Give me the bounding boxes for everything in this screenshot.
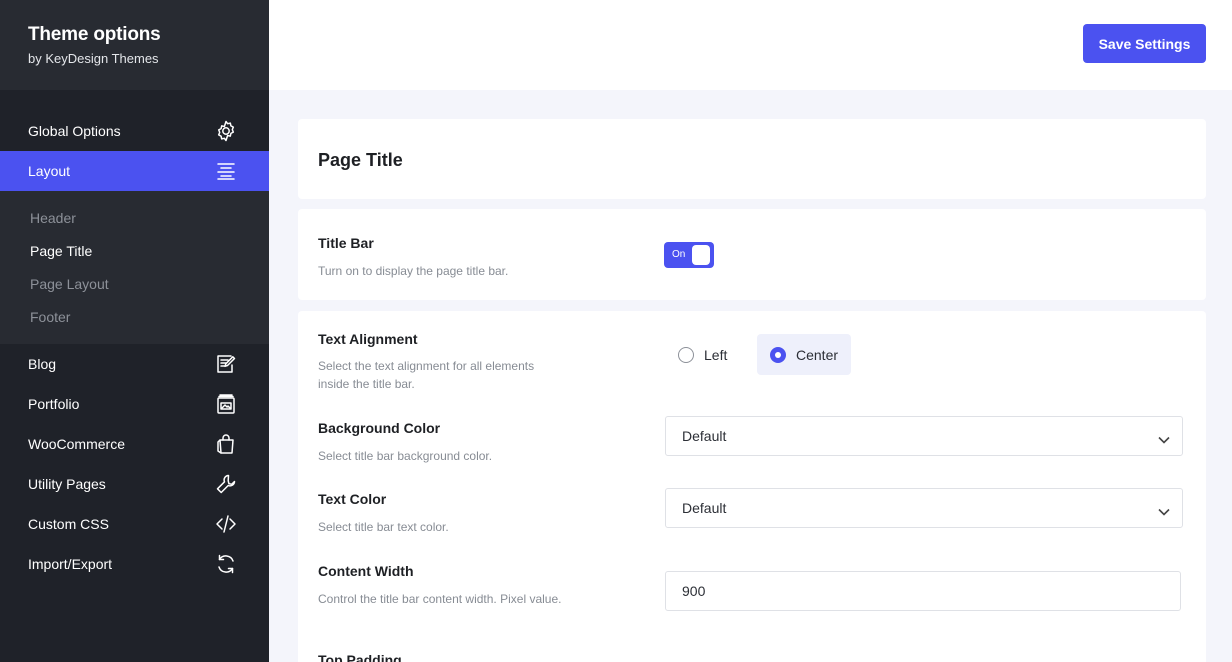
sidebar-item-label: Custom CSS <box>28 516 109 532</box>
input-value: 900 <box>682 583 706 599</box>
title-bar-panel: Title Bar Turn on to display the page ti… <box>298 209 1206 300</box>
sidebar-item-label: Global Options <box>28 123 121 139</box>
sidebar-item-layout[interactable]: Layout <box>0 151 269 191</box>
content-width-description: Control the title bar content width. Pix… <box>318 592 562 606</box>
gear-icon <box>214 119 238 143</box>
brand: Theme options by KeyDesign Themes <box>0 0 269 90</box>
subnav-item-page-layout[interactable]: Page Layout <box>0 267 269 300</box>
sidebar-item-label: Blog <box>28 356 57 372</box>
sidebar-item-label: Portfolio <box>28 396 80 412</box>
subnav-item-footer[interactable]: Footer <box>0 300 269 333</box>
sidebar-item-utility-pages[interactable]: Utility Pages <box>0 464 269 504</box>
subnav-item-page-title[interactable]: Page Title <box>0 234 269 267</box>
alignment-option-left[interactable]: Left <box>678 347 727 363</box>
sidebar-item-global-options[interactable]: Global Options <box>0 111 269 151</box>
text-color-label: Text Color <box>318 491 387 507</box>
brand-subtitle: by KeyDesign Themes <box>28 51 159 66</box>
section-title: Page Title <box>318 150 403 170</box>
save-settings-button[interactable]: Save Settings <box>1083 24 1206 63</box>
select-value: Default <box>682 428 727 444</box>
sidebar-nav: Global Options Layout Header Page Title … <box>0 111 269 584</box>
title-bar-description: Turn on to display the page title bar. <box>318 264 509 278</box>
sidebar-item-portfolio[interactable]: Portfolio <box>0 384 269 424</box>
text-color-description: Select title bar text color. <box>318 520 449 534</box>
subnav-item-header[interactable]: Header <box>0 201 269 234</box>
shopping-bag-icon <box>214 432 238 456</box>
sidebar-item-label: Import/Export <box>28 556 113 572</box>
chevron-down-icon <box>1158 431 1170 444</box>
alignment-option-label: Left <box>704 347 728 363</box>
brand-title: Theme options <box>28 24 161 45</box>
top-bar: Save Settings <box>269 0 1232 90</box>
sidebar-item-blog[interactable]: Blog <box>0 344 269 384</box>
title-bar-label: Title Bar <box>318 235 374 251</box>
wrench-icon <box>214 472 238 496</box>
code-icon <box>214 512 238 536</box>
text-alignment-label: Text Alignment <box>318 331 418 347</box>
sync-icon <box>214 552 238 576</box>
sidebar-item-label: WooCommerce <box>28 436 125 452</box>
background-color-description: Select title bar background color. <box>318 449 493 463</box>
top-padding-label: Top Padding <box>318 652 402 662</box>
alignment-option-center[interactable]: Center <box>757 334 852 375</box>
sidebar-item-label: Utility Pages <box>28 476 106 492</box>
edit-note-icon <box>214 352 238 376</box>
layout-subnav: Header Page Title Page Layout Footer <box>0 191 269 344</box>
chevron-down-icon <box>1158 503 1170 516</box>
sidebar-item-woocommerce[interactable]: WooCommerce <box>0 424 269 464</box>
background-color-select[interactable]: Default <box>665 416 1183 456</box>
alignment-option-label: Center <box>796 346 839 363</box>
align-center-icon <box>214 159 238 183</box>
portfolio-icon <box>214 392 238 416</box>
radio-button-left[interactable] <box>678 347 694 363</box>
text-color-select[interactable]: Default <box>665 488 1183 528</box>
sidebar: Theme options by KeyDesign Themes Global… <box>0 0 269 662</box>
toggle-knob <box>692 245 710 265</box>
sidebar-item-label: Layout <box>28 163 71 179</box>
select-value: Default <box>682 500 727 516</box>
text-alignment-description: Select the text alignment for all elemen… <box>318 359 535 391</box>
title-bar-toggle[interactable]: On <box>664 242 714 268</box>
content-width-input[interactable]: 900 <box>665 571 1181 611</box>
background-color-label: Background Color <box>318 420 441 436</box>
content-width-label: Content Width <box>318 563 414 579</box>
toggle-state-label: On <box>672 249 686 260</box>
sidebar-item-import-export[interactable]: Import/Export <box>0 544 269 584</box>
title-bar-settings-panel: Text Alignment Select the text alignment… <box>298 311 1206 662</box>
radio-button-center[interactable] <box>770 346 786 363</box>
sidebar-item-custom-css[interactable]: Custom CSS <box>0 504 269 544</box>
section-title-panel: Page Title <box>298 119 1206 199</box>
